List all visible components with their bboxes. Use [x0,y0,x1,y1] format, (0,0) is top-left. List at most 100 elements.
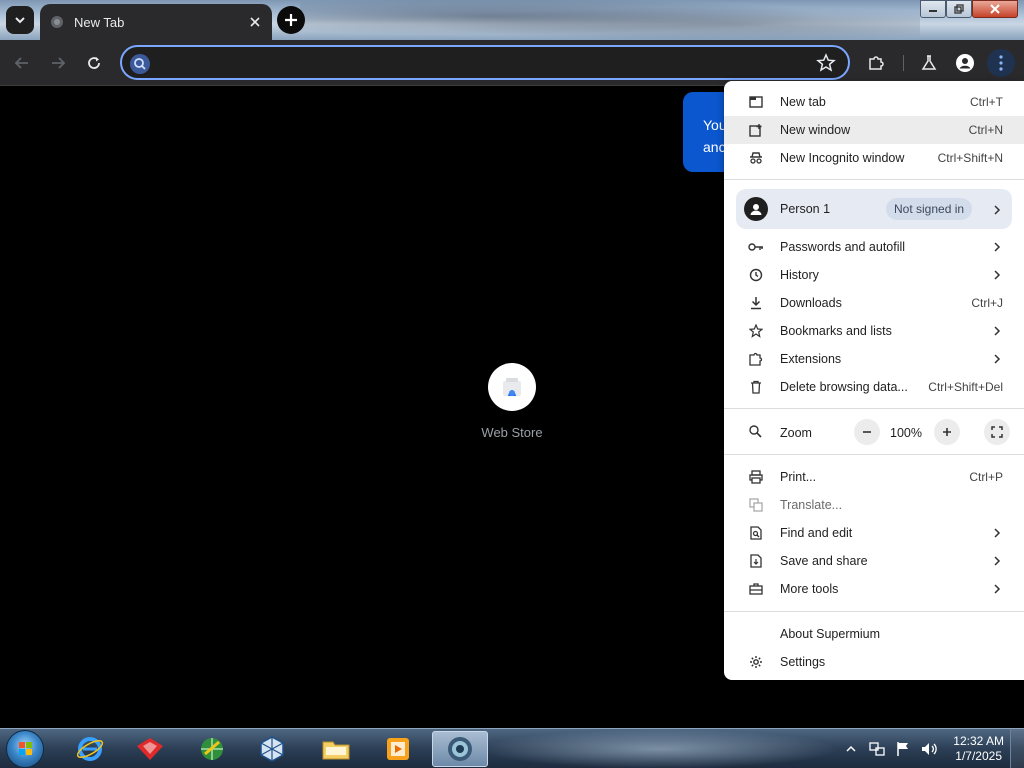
show-desktop-button[interactable] [1010,729,1024,768]
tools-app-icon [137,738,163,760]
taskbar-file-explorer[interactable] [308,731,364,767]
menu-item-about[interactable]: About Supermium [724,620,1024,648]
close-window-button[interactable] [972,0,1018,18]
shortcut-web-store[interactable]: Web Store [472,363,552,440]
puzzle-icon [748,351,764,367]
menu-label: History [780,268,819,282]
person-icon [750,204,762,215]
profile-button[interactable] [951,49,979,77]
menu-button[interactable] [987,49,1015,77]
menu-item-bookmarks[interactable]: Bookmarks and lists [724,317,1024,345]
address-bar[interactable] [120,45,850,80]
supermium-browser-icon [448,737,472,761]
chevron-right-icon [992,528,1002,538]
zoom-out-button[interactable] [854,419,880,445]
taskbar: 12:32 AM 1/7/2025 [0,728,1024,768]
menu-item-downloads[interactable]: Downloads Ctrl+J [724,289,1024,317]
menu-shortcut: Ctrl+N [968,123,1003,137]
menu-label: New Incognito window [780,151,905,165]
taskbar-media-player[interactable] [370,731,426,767]
internet-explorer-icon [76,737,104,761]
printer-icon [748,469,764,485]
labs-button[interactable] [915,49,943,77]
chevron-right-icon [992,204,1002,215]
menu-label: Translate... [780,498,843,512]
menu-shortcut: Ctrl+J [971,296,1003,310]
new-window-icon [748,122,764,138]
forward-button[interactable] [44,49,72,77]
new-tab-button[interactable] [277,6,305,34]
menu-item-save-and-share[interactable]: Save and share [724,547,1024,575]
address-input[interactable] [156,51,796,75]
clock-time: 12:32 AM [953,734,1004,748]
menu-divider [724,408,1024,409]
tab-search-button[interactable] [6,6,34,34]
menu-item-passwords[interactable]: Passwords and autofill [724,233,1024,261]
plus-icon [285,14,297,26]
menu-label: Print... [780,470,817,484]
menu-item-new-incognito[interactable]: New Incognito window Ctrl+Shift+N [724,144,1024,172]
menu-label: Passwords and autofill [780,240,906,254]
tab-new-tab[interactable]: New Tab [40,4,272,40]
clock-date: 1/7/2025 [955,749,1002,763]
action-center-flag-icon[interactable] [893,739,913,759]
volume-icon[interactable] [919,739,939,759]
gear-icon [748,654,764,670]
arrow-left-icon [14,57,28,69]
extensions-button[interactable] [862,49,890,77]
history-icon [748,267,764,283]
toolbox-icon [748,581,764,597]
taskbar-virtualbox[interactable] [244,731,300,767]
menu-shortcut: Ctrl+Shift+Del [928,380,1003,394]
chevron-down-icon [15,17,25,24]
star-icon [748,323,764,339]
menu-divider [724,454,1024,455]
taskbar-internet-explorer[interactable] [62,731,118,767]
tab-title: New Tab [74,14,125,30]
windows-logo-icon [19,742,32,755]
menu-item-extensions[interactable]: Extensions [724,345,1024,373]
back-button[interactable] [8,49,36,77]
menu-item-more-tools[interactable]: More tools [724,575,1024,603]
zoom-in-button[interactable] [934,419,960,445]
menu-item-print[interactable]: Print... Ctrl+P [724,463,1024,491]
menu-item-settings[interactable]: Settings [724,648,1024,676]
browser-toolbar [0,40,1024,86]
save-page-icon [748,553,764,569]
chevron-right-icon [992,270,1002,280]
menu-item-new-tab[interactable]: New tab Ctrl+T [724,88,1024,116]
menu-label: More tools [780,582,839,596]
menu-label: About Supermium [780,627,881,641]
network-icon[interactable] [867,739,887,759]
menu-divider [724,179,1024,180]
menu-item-find-and-edit[interactable]: Find and edit [724,519,1024,547]
chevron-right-icon [992,326,1002,336]
start-button[interactable] [6,730,44,768]
show-hidden-icons-icon[interactable] [841,739,861,759]
profile-name: Person 1 [780,202,831,216]
reload-button[interactable] [80,49,108,77]
taskbar-network-app[interactable] [184,731,240,767]
magnifier-icon [748,424,764,440]
menu-item-history[interactable]: History [724,261,1024,289]
menu-label: Find and edit [780,526,853,540]
close-tab-icon[interactable] [246,13,264,31]
restore-icon [954,4,964,14]
menu-label: New window [780,123,851,137]
globe-download-icon [201,738,223,760]
menu-item-delete-browsing-data[interactable]: Delete browsing data... Ctrl+Shift+Del [724,373,1024,401]
menu-profile-row[interactable]: Person 1 Not signed in [736,189,1012,229]
taskbar-supermium[interactable] [432,731,488,767]
bookmark-star-icon[interactable] [816,53,836,73]
menu-label: Extensions [780,352,842,366]
restore-button[interactable] [946,0,972,18]
minimize-button[interactable] [920,0,946,18]
taskbar-clock[interactable]: 12:32 AM 1/7/2025 [953,734,1004,764]
download-icon [748,295,764,311]
shortcut-label: Web Store [481,425,543,440]
taskbar-tools-app[interactable] [122,731,178,767]
fullscreen-button[interactable] [984,419,1010,445]
menu-item-new-window[interactable]: New window Ctrl+N [724,116,1024,144]
menu-label: Bookmarks and lists [780,324,892,338]
menu-item-translate[interactable]: Translate... [724,491,1024,519]
